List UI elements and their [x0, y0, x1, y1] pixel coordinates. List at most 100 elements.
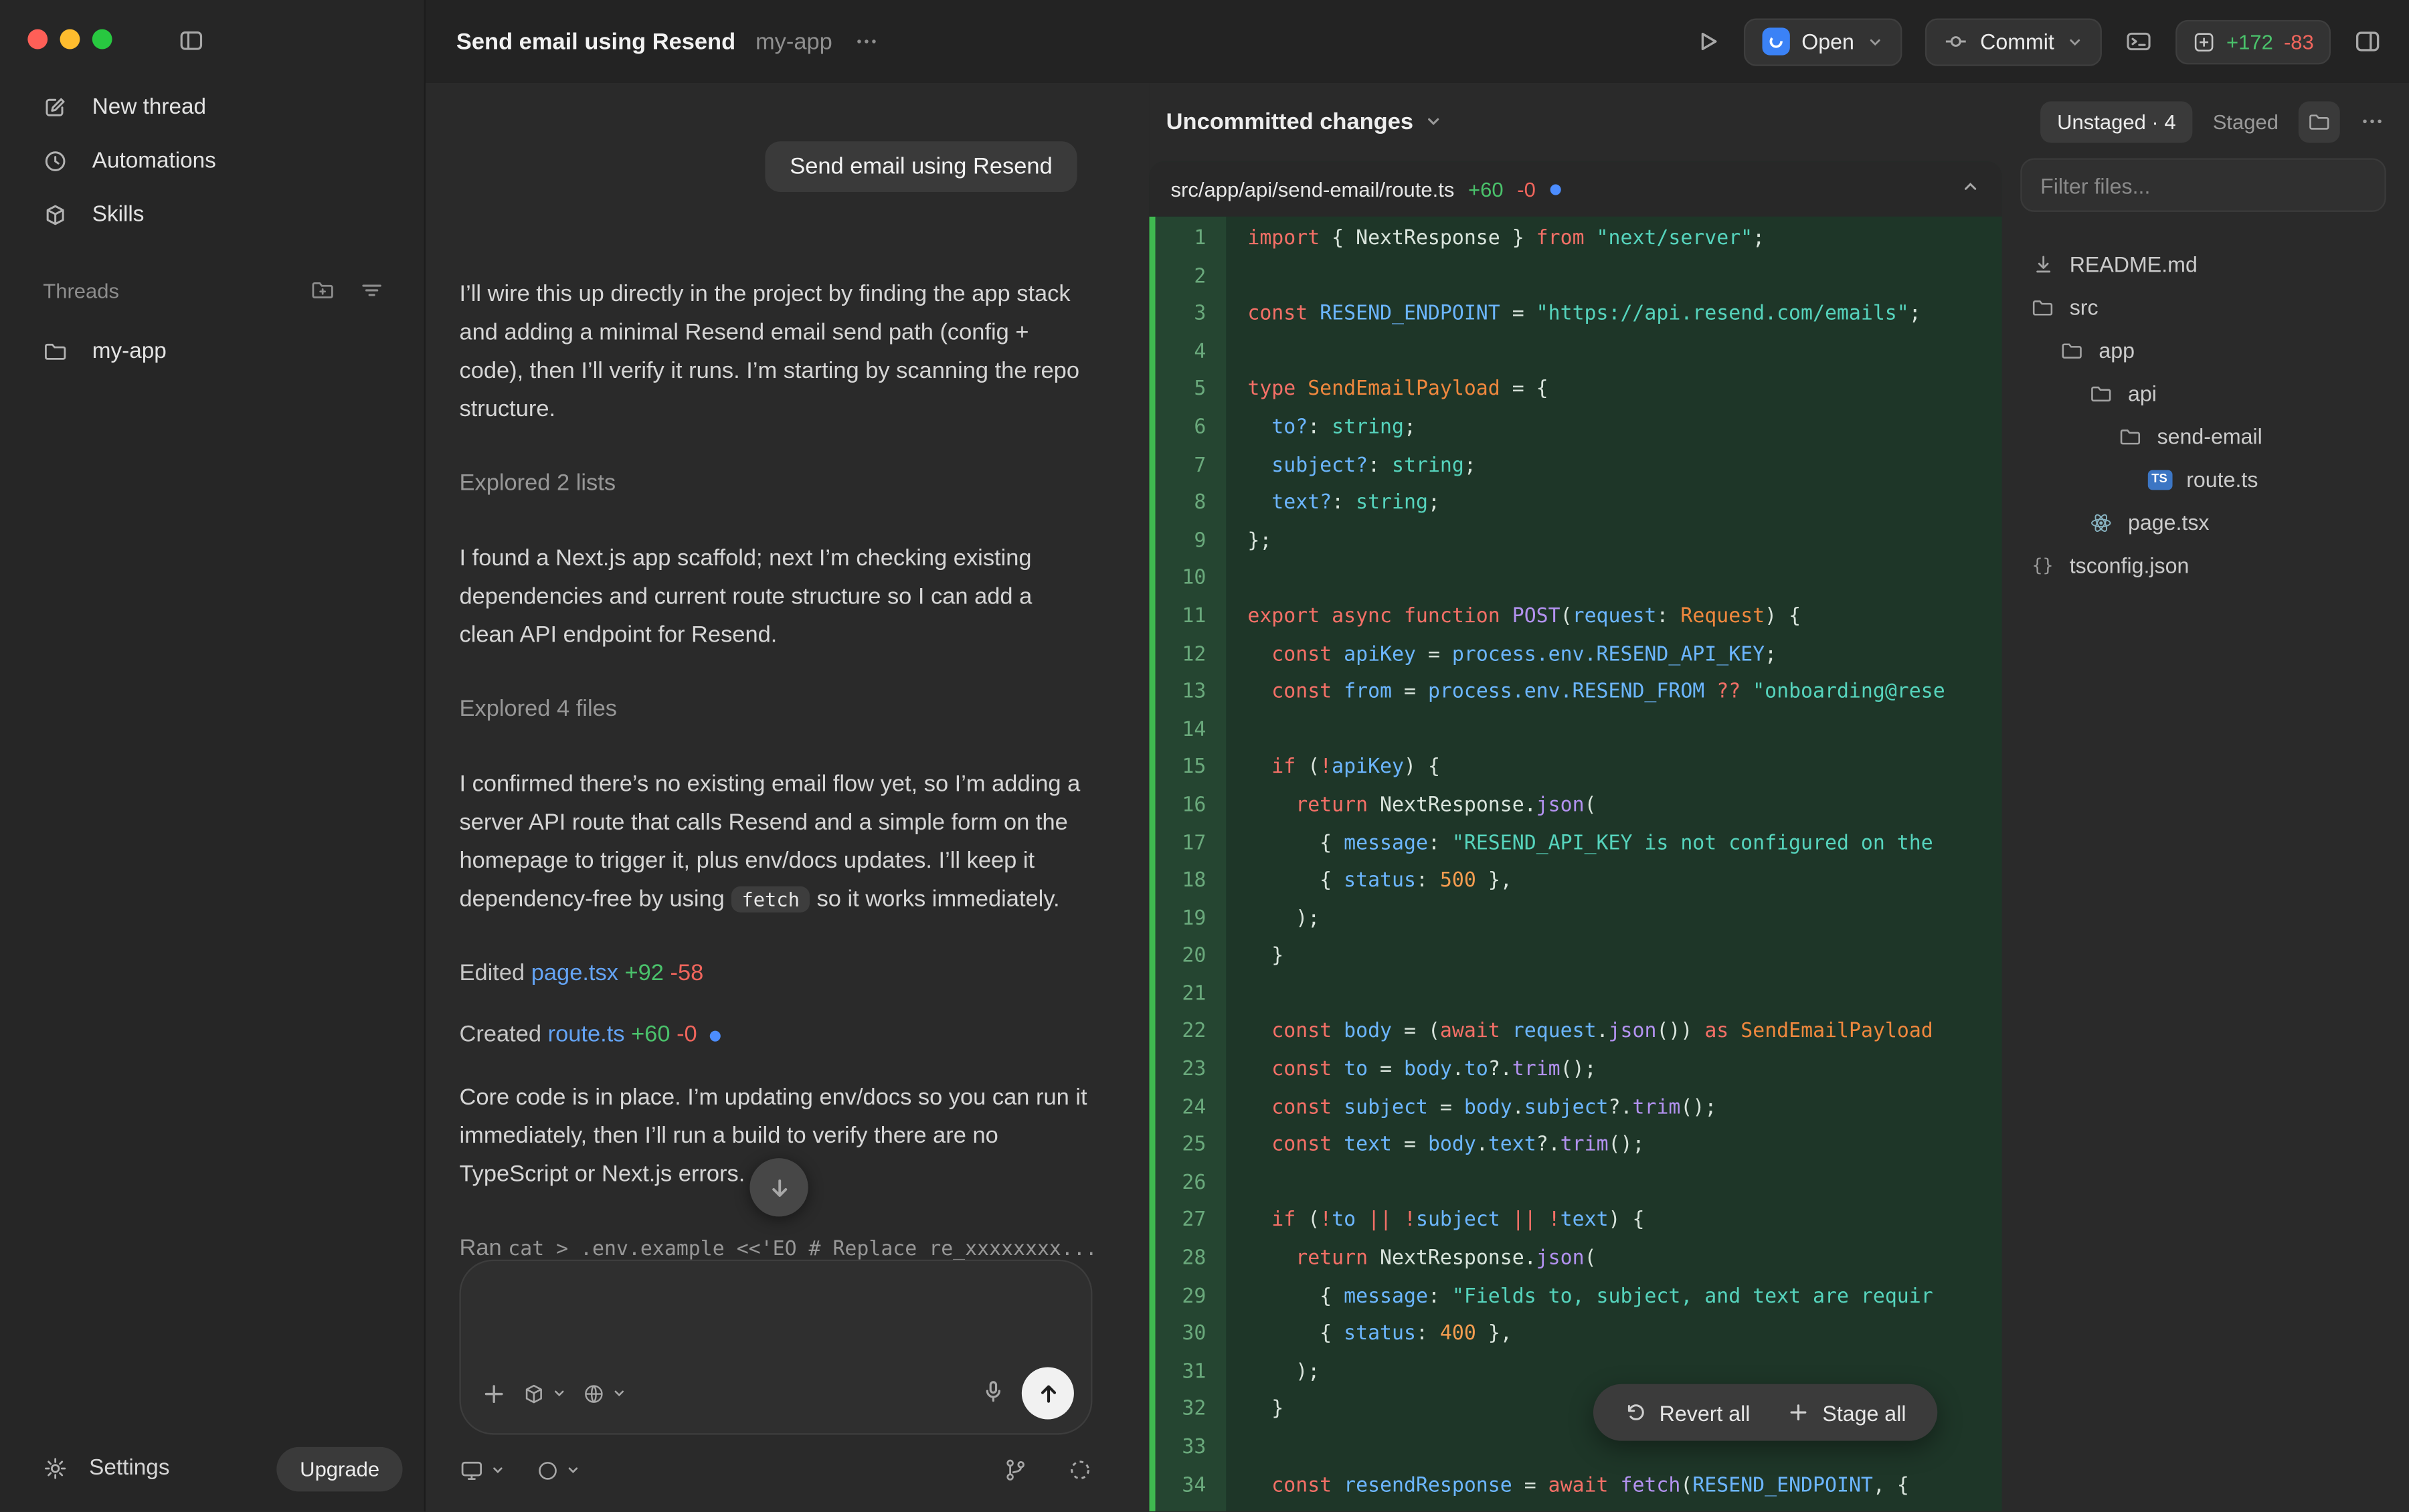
- assistant-message: I confirmed there’s no existing email fl…: [460, 765, 1093, 919]
- code-line: 19 );: [1149, 901, 2001, 939]
- mic-button[interactable]: [980, 1378, 1006, 1409]
- line-number: 1: [1149, 221, 1226, 259]
- dashed-circle-icon: [1068, 1458, 1093, 1483]
- scroll-to-bottom-button[interactable]: [749, 1158, 808, 1216]
- chevron-down-icon: [551, 1386, 567, 1401]
- line-content: [1226, 561, 1247, 599]
- chevron-down-icon: [1866, 33, 1883, 50]
- sidebar-thread-my-app[interactable]: my-app: [0, 324, 424, 377]
- line-number: 11: [1149, 599, 1226, 636]
- skills-cube-icon: [43, 202, 68, 227]
- mode-selector[interactable]: [582, 1382, 627, 1404]
- minimize-button[interactable]: [60, 29, 80, 50]
- added-count: +60: [625, 1022, 671, 1048]
- mic-icon: [980, 1378, 1006, 1404]
- file-tree-item[interactable]: page.tsx: [2002, 500, 2409, 543]
- file-tree-item[interactable]: {}tsconfig.json: [2002, 544, 2409, 587]
- line-number: 28: [1149, 1241, 1226, 1279]
- thread-menu-button[interactable]: [854, 29, 879, 54]
- commit-button[interactable]: Commit: [1925, 17, 2102, 65]
- file-link[interactable]: page.tsx: [531, 960, 618, 986]
- file-tree-item[interactable]: TSroute.ts: [2002, 458, 2409, 500]
- changes-header-label: Uncommitted changes: [1166, 108, 1413, 134]
- open-button[interactable]: Open: [1743, 17, 1902, 65]
- line-content: const text = body.text?.trim();: [1226, 1128, 1644, 1165]
- sidebar-toggle-button[interactable]: [178, 27, 204, 58]
- commit-label: Commit: [1980, 29, 2054, 54]
- revert-all-button[interactable]: Revert all: [1605, 1384, 1769, 1441]
- chevron-down-icon: [1424, 112, 1443, 131]
- line-number: 8: [1149, 486, 1226, 523]
- sidebar-item-label: New thread: [92, 94, 206, 119]
- new-folder-icon[interactable]: [310, 278, 335, 303]
- status-spinner-button[interactable]: [1068, 1458, 1093, 1483]
- panel-left-icon: [178, 27, 204, 54]
- unsaved-dot: [1550, 183, 1560, 194]
- line-content: const body = (await request.json()) as S…: [1226, 1014, 1933, 1052]
- code-line: 13 const from = process.env.RESEND_FROM …: [1149, 674, 2001, 712]
- titlebar: Send email using Resend my-app Open Comm…: [426, 0, 2409, 83]
- play-icon: [1692, 27, 1720, 55]
- panel-toggle-button[interactable]: [2353, 27, 2381, 55]
- file-link[interactable]: route.ts: [548, 1022, 625, 1048]
- line-number: 6: [1149, 410, 1226, 448]
- line-content: if (!to || !subject || !text) {: [1226, 1204, 1644, 1241]
- file-tree-item[interactable]: app: [2002, 328, 2409, 371]
- thread-label: my-app: [92, 339, 167, 363]
- code-line: 16 return NextResponse.json(: [1149, 788, 2001, 826]
- line-content: );: [1226, 1355, 1320, 1392]
- file-tree-item[interactable]: api: [2002, 372, 2409, 415]
- close-button[interactable]: [27, 29, 48, 50]
- upgrade-button[interactable]: Upgrade: [277, 1446, 403, 1491]
- code-line: 10: [1149, 561, 2001, 599]
- composer-footer: [460, 1458, 1093, 1483]
- undo-icon: [1624, 1401, 1647, 1424]
- thread-messages: I’ll wire this up directly in the projec…: [460, 275, 1093, 1306]
- file-tree-panel: README.mdsrcappapisend-emailTSroute.tspa…: [2002, 83, 2409, 1511]
- code-line: 27 if (!to || !subject || !text) {: [1149, 1204, 2001, 1241]
- sidebar-item-new-thread[interactable]: New thread: [0, 80, 424, 133]
- permissions-selector[interactable]: [536, 1458, 581, 1481]
- code-line: 8 text?: string;: [1149, 486, 2001, 523]
- thread-title: Send email using Resend: [456, 28, 735, 54]
- filter-files-input[interactable]: [2020, 158, 2386, 211]
- line-content: [1226, 977, 1247, 1014]
- chevron-down-icon: [565, 1462, 581, 1478]
- line-content: import { NextResponse } from "next/serve…: [1226, 221, 1765, 259]
- run-button[interactable]: [1692, 27, 1720, 55]
- collapse-file-button[interactable]: [1961, 177, 1981, 201]
- open-label: Open: [1801, 29, 1854, 54]
- assistant-message: I’ll wire this up directly in the projec…: [460, 275, 1093, 429]
- terminal-button[interactable]: [2125, 27, 2153, 55]
- code-line: 14: [1149, 713, 2001, 750]
- settings-button[interactable]: Settings: [43, 1456, 169, 1481]
- file-tree-item[interactable]: src: [2002, 286, 2409, 328]
- environment-selector[interactable]: [460, 1458, 506, 1483]
- line-number: 21: [1149, 977, 1226, 1014]
- send-button[interactable]: [1022, 1367, 1074, 1419]
- sidebar-item-automations[interactable]: Automations: [0, 134, 424, 187]
- total-removed: -83: [2284, 30, 2314, 53]
- total-added: +172: [2226, 30, 2273, 53]
- code-line: 25 const text = body.text?.trim();: [1149, 1128, 2001, 1165]
- message-input[interactable]: [460, 1260, 1093, 1435]
- diff-stats-badge[interactable]: +172 -83: [2175, 19, 2331, 64]
- line-content: return NextResponse.json(: [1226, 788, 1596, 826]
- file-tree-item[interactable]: send-email: [2002, 415, 2409, 458]
- line-content: [1226, 259, 1247, 296]
- filter-icon[interactable]: [359, 278, 384, 303]
- zoom-button[interactable]: [92, 29, 112, 50]
- line-number: 34: [1149, 1468, 1226, 1505]
- model-selector[interactable]: [523, 1382, 567, 1404]
- code-line: 15 if (!apiKey) {: [1149, 750, 2001, 787]
- attach-button[interactable]: [481, 1380, 507, 1406]
- branch-button[interactable]: [1003, 1458, 1028, 1483]
- uncommitted-changes-dropdown[interactable]: Uncommitted changes: [1166, 108, 1443, 134]
- diff-file-header[interactable]: src/app/api/send-email/route.ts +60 -0: [1149, 161, 2001, 217]
- sidebar-item-skills[interactable]: Skills: [0, 187, 424, 241]
- line-content: export async function POST(request: Requ…: [1226, 599, 1801, 636]
- stage-all-button[interactable]: Stage all: [1769, 1384, 1925, 1441]
- file-tree-item[interactable]: README.md: [2002, 243, 2409, 286]
- file-tree: README.mdsrcappapisend-emailTSroute.tspa…: [2002, 243, 2409, 587]
- file-change-line: Created route.ts +60 -0: [460, 1017, 1093, 1054]
